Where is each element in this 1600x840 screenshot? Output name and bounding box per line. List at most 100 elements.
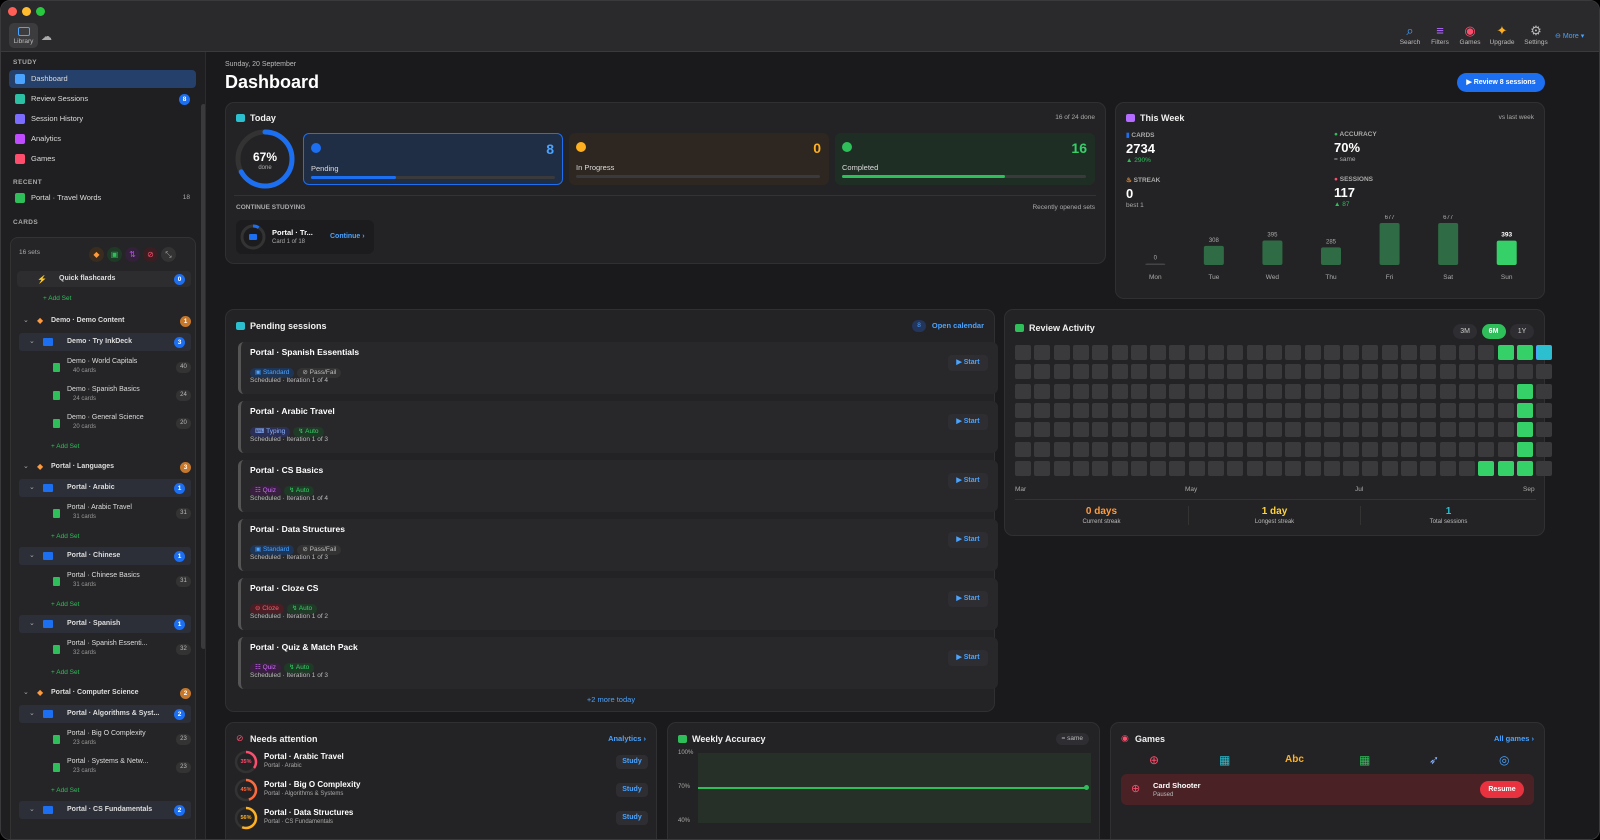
heatmap-cell[interactable]: [1092, 441, 1109, 457]
heatmap-cell[interactable]: [1516, 460, 1533, 476]
heatmap-cell[interactable]: [1208, 460, 1224, 476]
heatmap-cell[interactable]: [1111, 441, 1128, 457]
heatmap-cell[interactable]: [1188, 402, 1205, 418]
heatmap-cell[interactable]: [1401, 422, 1417, 438]
heatmap-cell[interactable]: [1516, 383, 1533, 399]
attention-item[interactable]: 35% Portal · Arabic Travel Portal · Arabic…: [234, 749, 650, 775]
heatmap-cell[interactable]: [1536, 402, 1553, 418]
heatmap-cell[interactable]: [1420, 441, 1437, 457]
start-button[interactable]: ▶ Start: [948, 650, 988, 666]
heatmap-cell[interactable]: [1478, 364, 1495, 380]
heatmap-cell[interactable]: [1401, 383, 1417, 399]
heatmap-cell[interactable]: [1304, 345, 1321, 360]
heatmap-cell[interactable]: [1169, 422, 1186, 438]
heatmap-cell[interactable]: [1304, 364, 1321, 380]
sidebar-item-review-sessions[interactable]: Review Sessions 8: [9, 90, 196, 108]
heatmap-cell[interactable]: [1150, 364, 1167, 380]
heatmap-cell[interactable]: [1497, 441, 1514, 457]
heatmap-cell[interactable]: [1169, 441, 1186, 457]
tree-set[interactable]: Portal · Arabic Travel 31 cards 31: [11, 501, 195, 527]
heatmap-cell[interactable]: [1285, 422, 1302, 438]
heatmap-cell[interactable]: [1343, 345, 1360, 360]
heatmap-cell[interactable]: [1362, 422, 1379, 438]
bar[interactable]: [1145, 263, 1166, 266]
heatmap-cell[interactable]: [1072, 402, 1089, 418]
sort-icon[interactable]: ⇅: [125, 247, 140, 262]
sidebar-item-dashboard[interactable]: Dashboard: [9, 70, 196, 88]
attention-item[interactable]: 45% Portal · Big O Complexity Portal · Alg…: [234, 777, 650, 803]
heatmap-cell[interactable]: [1265, 422, 1282, 438]
heatmap-cell[interactable]: [1439, 441, 1456, 457]
resume-button[interactable]: Resume: [1480, 781, 1524, 798]
heatmap-cell[interactable]: [1092, 345, 1109, 360]
session-row[interactable]: Portal · Data Structures ▣ Standard ⊘ Pass…: [238, 519, 998, 571]
heatmap-cell[interactable]: [1439, 345, 1456, 360]
all-games-link[interactable]: All games ›: [1494, 734, 1534, 743]
heatmap-cell[interactable]: [1439, 402, 1456, 418]
heatmap-cell[interactable]: [1130, 422, 1147, 438]
heatmap-cell[interactable]: [1285, 460, 1302, 476]
heatmap-cell[interactable]: [1208, 441, 1224, 457]
heatmap-cell[interactable]: [1304, 422, 1321, 438]
heatmap-cell[interactable]: [1130, 383, 1147, 399]
add-set-link[interactable]: + Add Set: [51, 533, 171, 540]
stat-in-progress[interactable]: 0 In Progress: [569, 133, 829, 185]
heatmap-cell[interactable]: [1150, 383, 1167, 399]
heatmap-cell[interactable]: [1401, 402, 1417, 418]
heatmap-cell[interactable]: [1034, 460, 1051, 476]
heatmap-cell[interactable]: [1304, 460, 1321, 476]
heatmap-cell[interactable]: [1092, 364, 1109, 380]
heatmap-cell[interactable]: [1304, 402, 1321, 418]
heatmap-cell[interactable]: [1323, 402, 1340, 418]
heatmap-cell[interactable]: [1072, 383, 1089, 399]
add-set-link[interactable]: + Add Set: [43, 295, 163, 302]
heatmap-cell[interactable]: [1053, 441, 1070, 457]
heatmap-cell[interactable]: [1227, 383, 1244, 399]
heatmap-cell[interactable]: [1072, 441, 1089, 457]
heatmap-cell[interactable]: [1458, 441, 1475, 457]
heatmap-cell[interactable]: [1208, 422, 1224, 438]
heatmap-cell[interactable]: [1208, 383, 1224, 399]
heatmap-cell[interactable]: [1246, 402, 1263, 418]
quick-flashcards[interactable]: ⚡ Quick flashcards 0: [17, 271, 191, 287]
heatmap-cell[interactable]: [1034, 345, 1051, 360]
more-today-link[interactable]: +2 more today: [226, 695, 996, 704]
tree-folder[interactable]: ⌄ Portal · Arabic 1: [19, 479, 191, 497]
heatmap-cell[interactable]: [1497, 402, 1514, 418]
tree-set[interactable]: Portal · Systems & Netw... 23 cards 23: [11, 755, 195, 781]
heatmap-cell[interactable]: [1401, 460, 1417, 476]
heatmap-cell[interactable]: [1265, 383, 1282, 399]
heatmap-cell[interactable]: [1265, 441, 1282, 457]
heatmap-cell[interactable]: [1536, 441, 1553, 457]
add-set-link[interactable]: + Add Set: [51, 787, 171, 794]
tree-set[interactable]: Demo · Spanish Basics 24 cards 24: [11, 383, 195, 409]
session-row[interactable]: Portal · Cloze CS ⊖ Cloze ↯ Auto Scheduled …: [238, 578, 998, 630]
heatmap-cell[interactable]: [1304, 383, 1321, 399]
heatmap-cell[interactable]: [1246, 422, 1263, 438]
heatmap-cell[interactable]: [1362, 441, 1379, 457]
heatmap-cell[interactable]: [1343, 364, 1360, 380]
heatmap-cell[interactable]: [1169, 345, 1186, 360]
settings-button[interactable]: ⚙ Settings: [1520, 24, 1552, 46]
crosshair-icon[interactable]: ⊕: [1149, 753, 1159, 767]
heatmap-cell[interactable]: [1343, 422, 1360, 438]
tree-group[interactable]: ⌄ ◆ Portal · Computer Science 2: [11, 683, 195, 703]
heatmap-cell[interactable]: [1458, 460, 1475, 476]
heatmap-cell[interactable]: [1169, 364, 1186, 380]
tree-group[interactable]: ⌄ ◆ Demo · Demo Content 1: [11, 311, 195, 331]
heatmap-cell[interactable]: [1111, 383, 1128, 399]
heatmap-cell[interactable]: [1053, 422, 1070, 438]
study-button[interactable]: Study: [616, 811, 648, 825]
bar[interactable]: [1496, 240, 1517, 265]
cloud-icon[interactable]: ☁: [41, 30, 52, 43]
heatmap-cell[interactable]: [1362, 383, 1379, 399]
heatmap-cell[interactable]: [1015, 402, 1031, 418]
heatmap-cell[interactable]: [1246, 345, 1263, 360]
heatmap-cell[interactable]: [1458, 422, 1475, 438]
heatmap-cell[interactable]: [1169, 402, 1186, 418]
heatmap-cell[interactable]: [1227, 345, 1244, 360]
library-button[interactable]: Library: [9, 23, 38, 48]
heatmap-cell[interactable]: [1516, 364, 1533, 380]
heatmap-cell[interactable]: [1072, 364, 1089, 380]
tree-folder[interactable]: ⌄ Portal · Chinese 1: [19, 547, 191, 565]
